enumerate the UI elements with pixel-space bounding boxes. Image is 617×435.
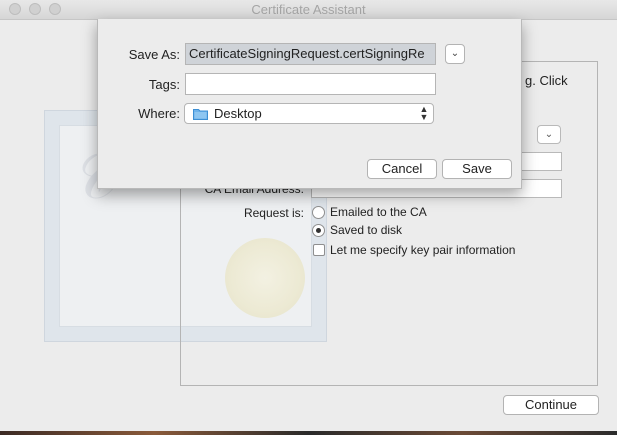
intro-text: g. Click xyxy=(525,73,568,88)
save-as-label: Save As: xyxy=(128,47,180,62)
title-bar: Certificate Assistant xyxy=(0,0,617,20)
window-title: Certificate Assistant xyxy=(251,2,366,17)
key-pair-checkbox[interactable] xyxy=(313,244,325,256)
key-pair-option-label: Let me specify key pair information xyxy=(330,243,516,257)
expand-sheet-button[interactable]: ⌄ xyxy=(445,44,465,64)
saved-option-label: Saved to disk xyxy=(330,223,403,237)
emailed-option-label: Emailed to the CA xyxy=(330,205,427,219)
save-sheet: Save As: CertificateSigningRequest.certS… xyxy=(97,19,522,189)
tags-label: Tags: xyxy=(148,77,180,92)
folder-icon xyxy=(193,109,208,120)
tags-input[interactable] xyxy=(185,73,436,95)
continue-button[interactable]: Continue xyxy=(503,395,599,415)
emailed-radio[interactable] xyxy=(312,206,325,219)
certificate-assistant-window: Certificate Assistant 𝒞 g. Click ⌄ CA Em… xyxy=(0,0,617,431)
request-is-label: Request is: xyxy=(243,206,304,220)
where-label: Where: xyxy=(138,106,180,121)
save-button[interactable]: Save xyxy=(442,159,512,179)
cancel-button[interactable]: Cancel xyxy=(367,159,437,179)
desktop-background-bottom xyxy=(0,431,617,435)
identity-popup-arrow[interactable]: ⌄ xyxy=(537,125,561,144)
where-value: Desktop xyxy=(214,106,262,121)
where-popup[interactable]: Desktop ▲ ▼ xyxy=(184,103,434,124)
save-as-input[interactable]: CertificateSigningRequest.certSigningRe xyxy=(185,43,436,65)
saved-to-disk-radio[interactable] xyxy=(312,224,325,237)
up-down-arrows-icon: ▲ ▼ xyxy=(419,104,429,122)
chevron-down-icon: ⌄ xyxy=(450,48,460,59)
